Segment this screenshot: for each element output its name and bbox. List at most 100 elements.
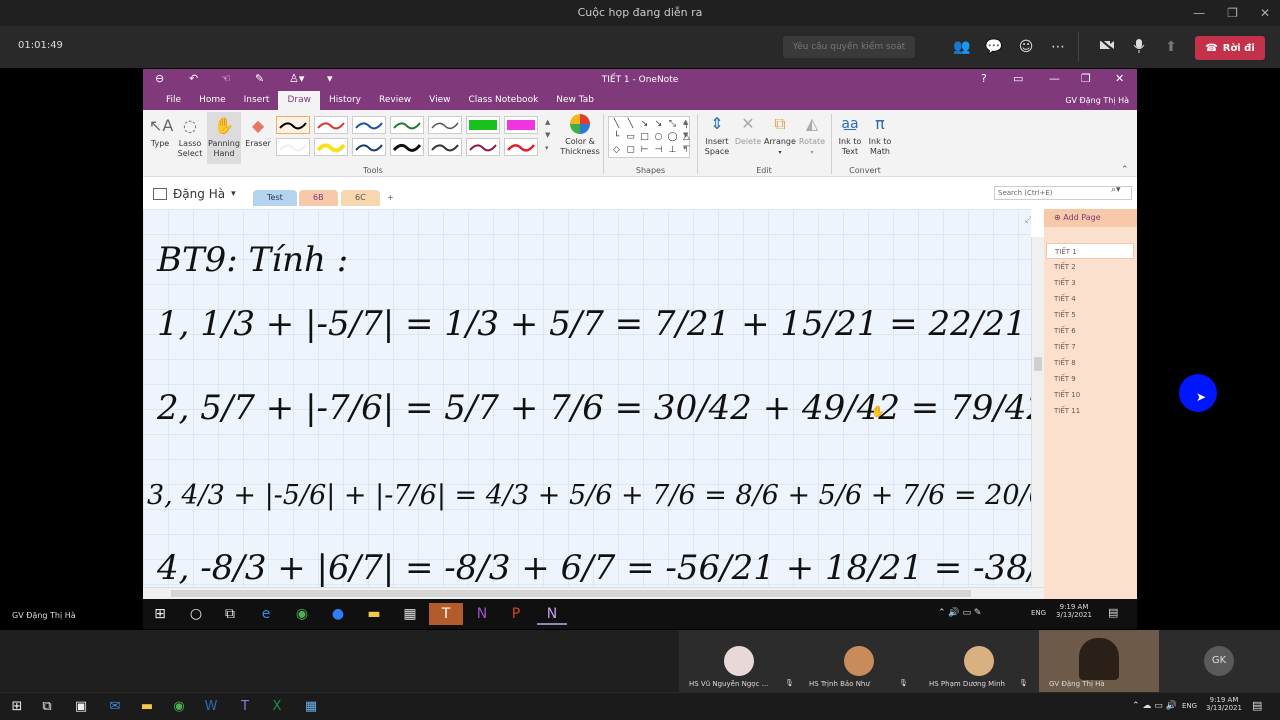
pen-charcoal[interactable]	[428, 137, 462, 156]
add-section-button[interactable]: +	[381, 190, 400, 206]
camera-off-icon[interactable]	[1098, 38, 1116, 56]
highlighter-green[interactable]	[466, 116, 500, 134]
pen-red-thick[interactable]	[504, 137, 538, 156]
participant-tile[interactable]: HS Vũ Nguyễn Ngọc ... 🎙	[679, 630, 799, 692]
arrange-button[interactable]: ⧉ Arrange ▾	[763, 114, 797, 158]
participant-tile[interactable]: HS Trịnh Bảo Như 🎙	[799, 630, 919, 692]
mail-icon[interactable]: ✉	[100, 696, 130, 718]
page-item[interactable]: TIẾT 8	[1046, 355, 1134, 371]
windows-start-icon[interactable]: ⊞	[145, 603, 175, 625]
section-tab-test[interactable]: Test	[253, 190, 297, 206]
shapes-gallery[interactable]: ╲ ╲ ↘ ↘ ⤡ ┐ └ ▭ □ ○ ◯ △ ◇ ▢ ⊢ ⊣ ⊥ ⊤	[608, 116, 690, 158]
pen-blue[interactable]	[352, 116, 386, 134]
pen-red[interactable]	[314, 116, 348, 134]
tab-class-notebook[interactable]: Class Notebook	[460, 91, 548, 110]
graph-shape-icon[interactable]: ⊥	[667, 145, 678, 156]
page-item[interactable]: TIẾT 10	[1046, 387, 1134, 403]
delete-button[interactable]: ✕ Delete	[733, 114, 763, 147]
pen-green[interactable]	[390, 116, 424, 134]
maximize-icon[interactable]: ❐	[1227, 0, 1238, 26]
pen-icon[interactable]: ✎	[255, 72, 264, 85]
teams-icon[interactable]: T	[230, 696, 260, 718]
tab-home[interactable]: Home	[190, 91, 235, 110]
pen-white[interactable]	[276, 137, 310, 156]
arrow-shape-icon[interactable]: ↘	[653, 119, 664, 130]
onenote-active-icon[interactable]: N	[537, 603, 567, 625]
page-item[interactable]: TIẾT 2	[1046, 259, 1134, 275]
add-page-button[interactable]: ⊕ Add Page	[1044, 209, 1137, 227]
teams-icon[interactable]: T	[429, 603, 463, 625]
tab-review[interactable]: Review	[370, 91, 420, 110]
restore-icon[interactable]: ❐	[1081, 72, 1091, 85]
store-icon[interactable]: ▣	[66, 696, 96, 718]
rotate-button[interactable]: ◭ Rotate ▾	[797, 114, 827, 158]
tab-history[interactable]: History	[320, 91, 370, 110]
eraser-button[interactable]: ◆ Eraser	[244, 116, 272, 149]
search-icon[interactable]: ⌕▾	[1111, 185, 1121, 195]
page-canvas[interactable]: BT9: Tính : 1, 1/3 + |-5/7| = 1/3 + 5/7 …	[143, 209, 1031, 587]
page-item[interactable]: TIẾT 3	[1046, 275, 1134, 291]
app-icon[interactable]: ▦	[296, 696, 326, 718]
participant-tile[interactable]: GK	[1159, 630, 1280, 692]
line-shape-icon[interactable]: ╲	[611, 119, 622, 130]
system-tray-icons[interactable]: ⌃ 🔊 ▭ ✎	[938, 608, 981, 618]
close-icon[interactable]: ✕	[1115, 72, 1124, 85]
task-view-icon[interactable]: ⧉	[215, 603, 245, 625]
graph-shape-icon[interactable]: ⊣	[653, 145, 664, 156]
tab-view[interactable]: View	[420, 91, 459, 110]
powerpoint-icon[interactable]: P	[501, 603, 531, 625]
browser-icon[interactable]: ◉	[287, 603, 317, 625]
arrow-shape-icon[interactable]: ↘	[639, 119, 650, 130]
square-shape-icon[interactable]: □	[639, 132, 650, 143]
square-shape-icon[interactable]: ▢	[625, 145, 636, 156]
help-icon[interactable]: ?	[981, 72, 987, 85]
participant-tile[interactable]: HS Phạm Dương Minh 🎙	[919, 630, 1039, 692]
double-arrow-icon[interactable]: ⤡	[667, 119, 678, 130]
panning-hand-button[interactable]: ✋ Panning Hand	[207, 112, 241, 164]
clock[interactable]: 9:19 AM 3/13/2021	[1203, 696, 1245, 712]
circle-shape-icon[interactable]: ○	[653, 132, 664, 143]
line-shape-icon[interactable]: ╲	[625, 119, 636, 130]
type-button[interactable]: ↖A Type	[147, 116, 173, 149]
touch-mode-icon[interactable]: ☜	[221, 72, 231, 85]
search-icon[interactable]: ○	[181, 603, 211, 625]
insert-space-button[interactable]: ⇕ Insert Space	[701, 114, 733, 157]
pen-gallery-scroll[interactable]: ▲ ▼ ▾	[545, 116, 555, 156]
notification-icon[interactable]: ▤	[1108, 606, 1118, 619]
page-item[interactable]: TIẾT 6	[1046, 323, 1134, 339]
expand-page-icon[interactable]: ⤢	[1025, 215, 1031, 225]
notebook-selector[interactable]: Đặng Hà ▾	[153, 187, 236, 201]
language-indicator[interactable]: ENG	[1182, 702, 1197, 710]
highlighter-yellow[interactable]	[314, 137, 348, 156]
request-control-button[interactable]: Yêu cầu quyền kiểm soát	[783, 36, 915, 58]
notification-icon[interactable]: ▤	[1252, 699, 1262, 712]
microphone-icon[interactable]	[1130, 38, 1148, 56]
scroll-thumb[interactable]	[171, 590, 971, 597]
ellipse-shape-icon[interactable]: ◯	[667, 132, 678, 143]
graph-shape-icon[interactable]: ⊢	[639, 145, 650, 156]
section-tab-6c[interactable]: 6C	[341, 190, 380, 206]
page-item[interactable]: TIẾT 5	[1046, 307, 1134, 323]
highlighter-magenta[interactable]	[504, 116, 538, 134]
back-icon[interactable]: ⊖	[155, 72, 164, 85]
minimize-icon[interactable]: —	[1193, 0, 1205, 26]
pen-navy[interactable]	[352, 137, 386, 156]
lasso-select-button[interactable]: ◌ Lasso Select	[176, 116, 204, 159]
pen-maroon[interactable]	[466, 137, 500, 156]
share-screen-icon[interactable]: ⬆	[1162, 38, 1180, 56]
undo-icon[interactable]: ↶	[189, 72, 198, 85]
windows-start-icon[interactable]: ⊞	[2, 696, 32, 718]
browser-icon[interactable]: ◉	[164, 696, 194, 718]
ribbon-display-icon[interactable]: ▭	[1013, 72, 1023, 85]
ink-to-math-button[interactable]: π Ink to Math	[865, 114, 895, 157]
customize-toolbar-icon[interactable]: ▾	[327, 72, 333, 85]
rectangle-shape-icon[interactable]: ▭	[625, 132, 636, 143]
minimize-icon[interactable]: —	[1049, 72, 1060, 85]
page-item[interactable]: TIẾT 11	[1046, 403, 1134, 419]
page-item[interactable]: TIẾT 7	[1046, 339, 1134, 355]
scroll-thumb[interactable]	[1034, 357, 1042, 371]
section-tab-6b[interactable]: 6B	[299, 190, 338, 206]
participants-icon[interactable]: 👥	[953, 38, 971, 56]
task-view-icon[interactable]: ⧉	[32, 696, 62, 718]
page-item[interactable]: TIẾT 4	[1046, 291, 1134, 307]
